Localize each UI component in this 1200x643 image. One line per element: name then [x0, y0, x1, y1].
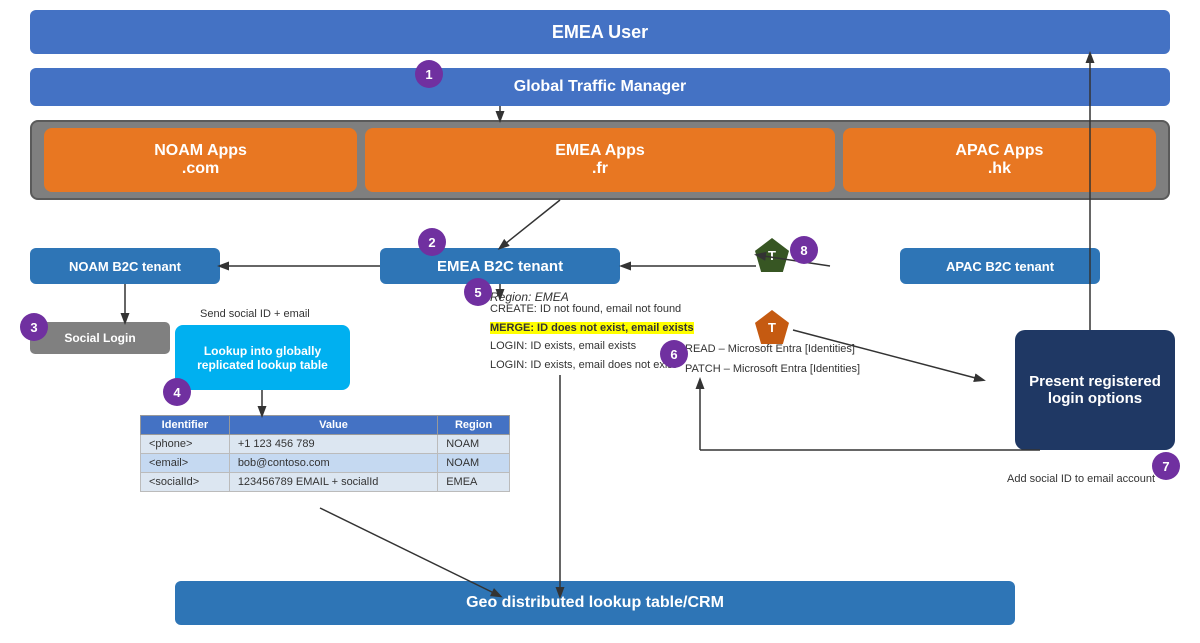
step5-merge-text: MERGE: ID does not exist, email exists: [490, 322, 694, 334]
col-region: Region: [438, 416, 510, 435]
cell-value-3: 123456789 EMAIL + socialId: [229, 473, 437, 492]
gtm-label: Global Traffic Manager: [514, 78, 686, 96]
send-social-label: Send social ID + email: [200, 308, 310, 320]
add-social-label: Add social ID to email account: [1007, 473, 1155, 485]
emea-user-box: EMEA User: [30, 10, 1170, 54]
cell-identifier-2: <email>: [141, 454, 230, 473]
circle-5: 5: [464, 278, 492, 306]
gtm-box: Global Traffic Manager: [30, 68, 1170, 106]
circle-6: 6: [660, 340, 688, 368]
circle-4: 4: [163, 378, 191, 406]
noam-b2c-box: NOAM B2C tenant: [30, 248, 220, 284]
apps-container: NOAM Apps.com EMEA Apps.fr APAC Apps.hk: [30, 120, 1170, 200]
apac-apps-box: APAC Apps.hk: [843, 128, 1156, 192]
step5-merge: MERGE: ID does not exist, email exists: [490, 319, 694, 338]
circle-2: 2: [418, 228, 446, 256]
cell-region-2: NOAM: [438, 454, 510, 473]
geo-label: Geo distributed lookup table/CRM: [466, 594, 724, 612]
table-row: <email> bob@contoso.com NOAM: [141, 454, 510, 473]
circle-3: 3: [20, 313, 48, 341]
noam-apps-box: NOAM Apps.com: [44, 128, 357, 192]
social-login-label: Social Login: [64, 331, 135, 345]
cell-identifier-1: <phone>: [141, 435, 230, 454]
circle-7: 7: [1152, 452, 1180, 480]
lookup-cyan-label: Lookup into globally replicated lookup t…: [180, 344, 345, 372]
lookup-cyan-box: Lookup into globally replicated lookup t…: [175, 325, 350, 390]
social-login-box: Social Login: [30, 322, 170, 354]
step6-patch: PATCH – Microsoft Entra [Identities]: [685, 360, 915, 380]
apac-b2c-label: APAC B2C tenant: [946, 259, 1054, 274]
step6-text: READ – Microsoft Entra [Identities] PATC…: [685, 340, 915, 380]
emea-b2c-box: EMEA B2C tenant: [380, 248, 620, 284]
noam-b2c-label: NOAM B2C tenant: [69, 259, 181, 274]
emea-b2c-label: EMEA B2C tenant: [437, 258, 563, 275]
apac-b2c-box: APAC B2C tenant: [900, 248, 1100, 284]
table-row: <phone> +1 123 456 789 NOAM: [141, 435, 510, 454]
emea-apps-label: EMEA Apps.fr: [555, 142, 644, 178]
cell-value-2: bob@contoso.com: [229, 454, 437, 473]
lookup-table: Identifier Value Region <phone> +1 123 4…: [140, 415, 510, 492]
cell-region-3: EMEA: [438, 473, 510, 492]
col-value: Value: [229, 416, 437, 435]
step6-read: READ – Microsoft Entra [Identities]: [685, 340, 915, 360]
geo-box: Geo distributed lookup table/CRM: [175, 581, 1015, 625]
step5-create: CREATE: ID not found, email not found: [490, 300, 694, 319]
noam-apps-label: NOAM Apps.com: [154, 142, 247, 178]
circle-8: 8: [790, 236, 818, 264]
table-row: <socialId> 123456789 EMAIL + socialId EM…: [141, 473, 510, 492]
emea-user-label: EMEA User: [552, 22, 648, 43]
col-identifier: Identifier: [141, 416, 230, 435]
circle-1: 1: [415, 60, 443, 88]
pentagon-green-top: T: [755, 238, 789, 272]
cell-identifier-3: <socialId>: [141, 473, 230, 492]
present-label: Present registered login options: [1025, 373, 1165, 407]
emea-apps-box: EMEA Apps.fr: [365, 128, 835, 192]
diagram: EMEA User Global Traffic Manager 1 NOAM …: [0, 0, 1200, 643]
pentagon-orange-bottom: T: [755, 310, 789, 344]
cell-region-1: NOAM: [438, 435, 510, 454]
cell-value-1: +1 123 456 789: [229, 435, 437, 454]
present-box: Present registered login options: [1015, 330, 1175, 450]
apac-apps-label: APAC Apps.hk: [955, 142, 1043, 178]
